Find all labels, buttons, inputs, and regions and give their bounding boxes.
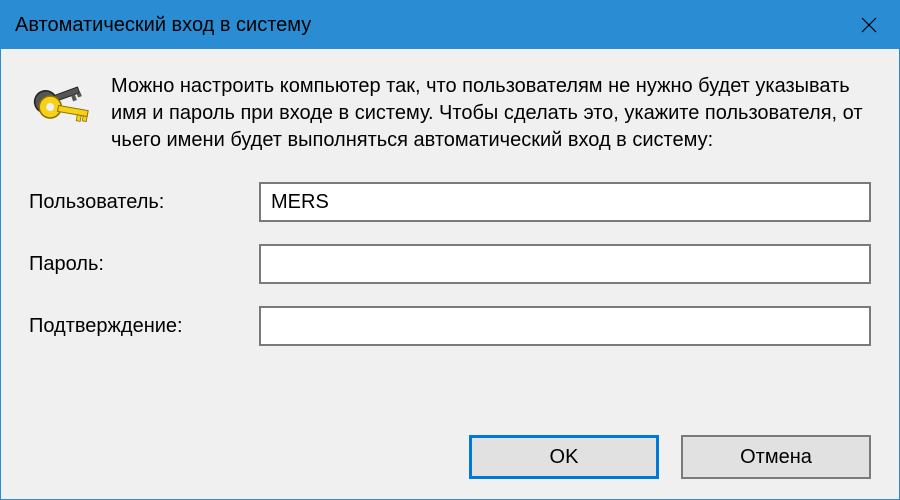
close-button[interactable] xyxy=(839,1,899,49)
dialog-window: Автоматический вход в систему xyxy=(0,0,900,500)
password-input[interactable] xyxy=(259,244,871,284)
button-row: OK Отмена xyxy=(29,415,871,479)
confirm-label: Подтверждение: xyxy=(29,315,259,338)
user-label: Пользователь: xyxy=(29,191,259,214)
ok-button[interactable]: OK xyxy=(469,435,659,479)
close-icon xyxy=(861,17,877,33)
form: Пользователь: Пароль: Подтверждение: xyxy=(29,182,871,346)
user-row: Пользователь: xyxy=(29,182,871,222)
cancel-button[interactable]: Отмена xyxy=(681,435,871,479)
confirm-input[interactable] xyxy=(259,306,871,346)
titlebar: Автоматический вход в систему xyxy=(1,1,899,49)
user-input[interactable] xyxy=(259,182,871,222)
window-title: Автоматический вход в систему xyxy=(15,14,311,37)
password-row: Пароль: xyxy=(29,244,871,284)
dialog-content: Можно настроить компьютер так, что польз… xyxy=(1,49,899,499)
description-row: Можно настроить компьютер так, что польз… xyxy=(29,73,871,154)
password-label: Пароль: xyxy=(29,253,259,276)
confirm-row: Подтверждение: xyxy=(29,306,871,346)
keys-icon xyxy=(29,77,93,141)
description-text: Можно настроить компьютер так, что польз… xyxy=(111,73,871,154)
